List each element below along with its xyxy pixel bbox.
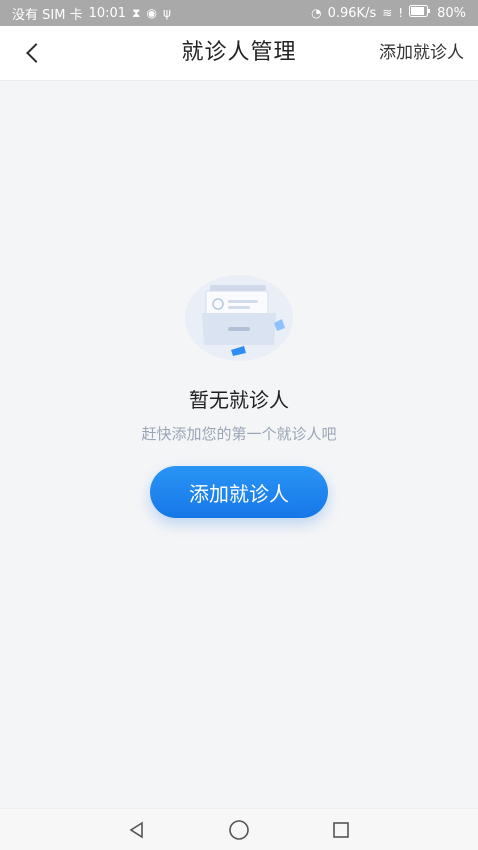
status-left: 没有 SIM 卡 10:01 ⧗ ◉ ψ — [12, 4, 171, 23]
alert-icon: ! — [398, 6, 404, 20]
circle-home-icon — [229, 819, 249, 840]
nav-home-button[interactable] — [224, 815, 254, 845]
square-recents-icon — [333, 821, 349, 838]
bluetooth-icon: ◉ — [146, 6, 157, 20]
empty-state-area: 暂无就诊人 赶快添加您的第一个就诊人吧 添加就诊人 — [0, 81, 478, 808]
wifi-icon: ≋ — [382, 6, 393, 20]
battery-text: 80% — [437, 5, 466, 21]
nav-recents-button[interactable] — [326, 815, 356, 845]
battery-icon — [409, 5, 431, 21]
add-patient-link[interactable]: 添加就诊人 — [379, 26, 464, 80]
back-button[interactable] — [16, 35, 52, 71]
empty-title: 暂无就诊人 — [189, 388, 289, 412]
triangle-back-icon — [129, 821, 143, 838]
status-right: ◔ 0.96K/s ≋ ! 80% — [311, 5, 466, 21]
hourglass-icon: ⧗ — [132, 5, 141, 20]
system-nav-bar — [0, 808, 478, 850]
usb-icon: ψ — [162, 6, 171, 20]
top-nav: 就诊人管理 添加就诊人 — [0, 26, 478, 81]
empty-drawer-illustration — [184, 273, 294, 363]
nav-back-button[interactable] — [122, 815, 152, 845]
add-patient-button[interactable]: 添加就诊人 — [150, 466, 328, 518]
chevron-left-icon — [26, 43, 46, 63]
time-text: 10:01 — [88, 5, 127, 21]
status-bar: 没有 SIM 卡 10:01 ⧗ ◉ ψ ◔ 0.96K/s ≋ ! 80% — [0, 0, 478, 26]
empty-subtitle: 赶快添加您的第一个就诊人吧 — [141, 425, 337, 443]
net-speed-text: 0.96K/s — [327, 5, 377, 21]
speed-gauge-icon: ◔ — [311, 6, 322, 20]
carrier-text: 没有 SIM 卡 — [12, 7, 83, 23]
